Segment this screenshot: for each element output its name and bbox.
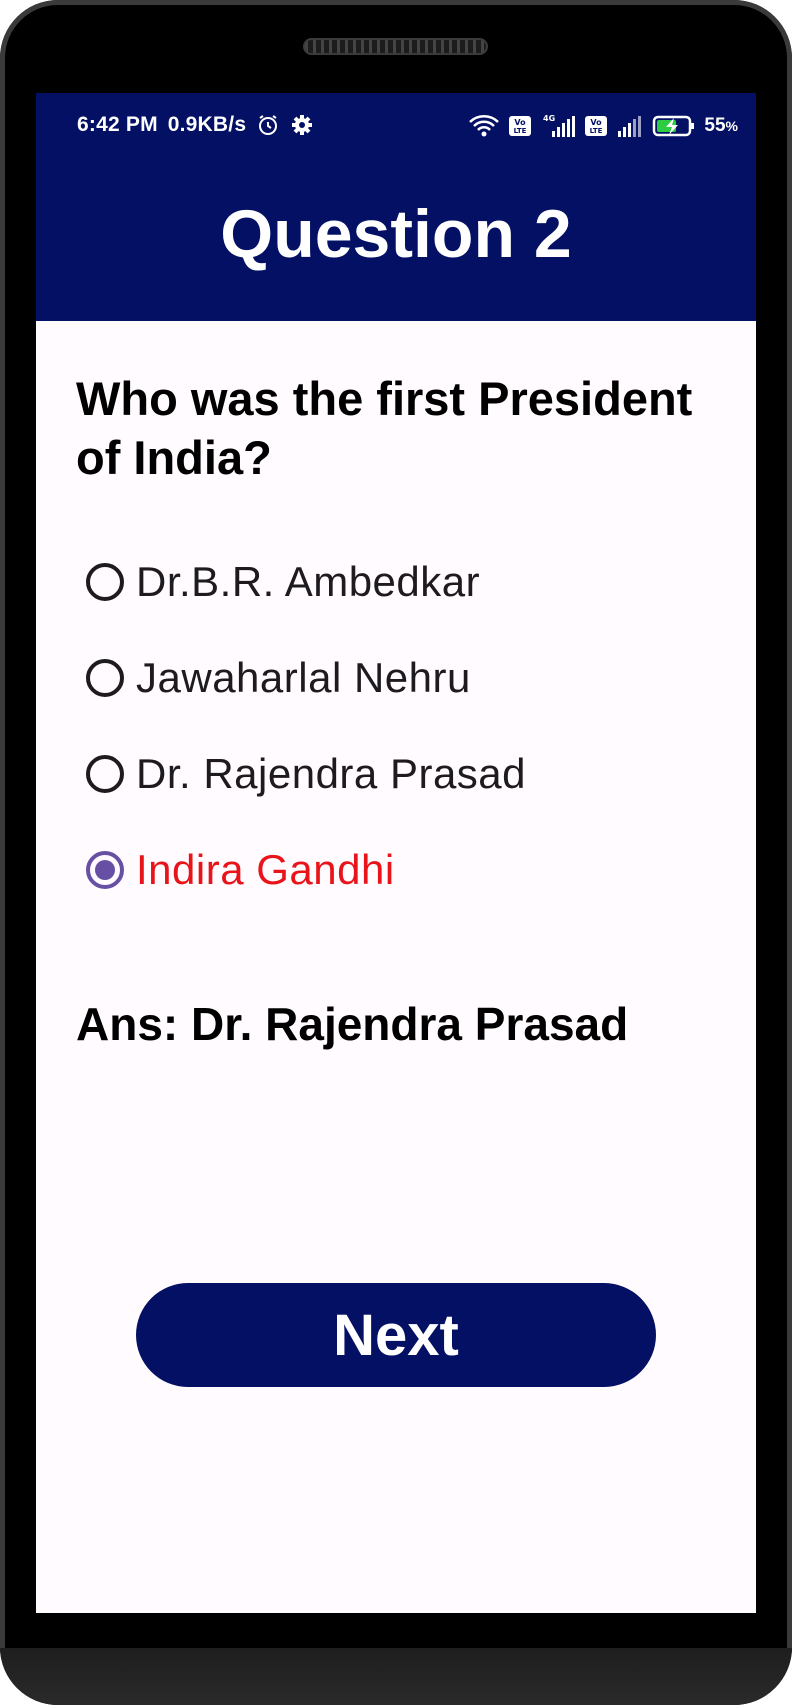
volte-icon: Vo LTE — [508, 114, 532, 138]
page-title: Question 2 — [220, 196, 572, 272]
signal-icon — [616, 113, 644, 139]
app-screen: 6:42 PM 0.9KB/s Vo LTE 4G Vo LTE 55% Que… — [36, 93, 756, 1613]
answer-text: Ans: Dr. Rajendra Prasad — [76, 998, 629, 1050]
options-radio-group: Dr.B.R. Ambedkar Jawaharlal Nehru Dr. Ra… — [86, 534, 726, 918]
svg-text:LTE: LTE — [514, 127, 527, 135]
option-label: Dr.B.R. Ambedkar — [136, 558, 481, 605]
battery-charging-icon — [652, 114, 696, 138]
option-label: Dr. Rajendra Prasad — [136, 750, 527, 797]
option-nehru[interactable]: Jawaharlal Nehru — [86, 630, 726, 726]
option-label-selected: Indira Gandhi — [136, 846, 395, 893]
speaker-grille — [303, 38, 488, 55]
status-left: 6:42 PM 0.9KB/s — [77, 113, 314, 137]
next-button[interactable]: Next — [136, 1283, 656, 1387]
svg-text:4G: 4G — [543, 114, 555, 123]
svg-text:LTE: LTE — [590, 127, 603, 135]
status-bar: 6:42 PM 0.9KB/s Vo LTE 4G Vo LTE 55% — [36, 93, 756, 163]
option-rajendra-prasad[interactable]: Dr. Rajendra Prasad — [86, 726, 726, 822]
radio-button[interactable] — [86, 755, 124, 793]
status-right: Vo LTE 4G Vo LTE 55% — [468, 113, 738, 139]
option-indira-gandhi[interactable]: Indira Gandhi — [86, 822, 726, 918]
wifi-icon — [468, 114, 500, 138]
status-net-speed: 0.9KB/s — [167, 113, 247, 136]
question-text: Who was the first President of India? — [76, 372, 693, 484]
svg-text:Vo: Vo — [591, 118, 603, 127]
radio-dot — [95, 860, 115, 880]
radio-button[interactable] — [86, 563, 124, 601]
phone-frame: 6:42 PM 0.9KB/s Vo LTE 4G Vo LTE 55% Que… — [0, 0, 792, 1705]
phone-bottom-bezel — [0, 1648, 792, 1705]
option-ambedkar[interactable]: Dr.B.R. Ambedkar — [86, 534, 726, 630]
option-label: Jawaharlal Nehru — [136, 654, 471, 701]
svg-text:Vo: Vo — [515, 118, 527, 127]
status-time: 6:42 PM — [77, 113, 158, 136]
radio-button-selected[interactable] — [86, 851, 124, 889]
app-bar: 6:42 PM 0.9KB/s Vo LTE 4G Vo LTE 55% Que… — [36, 93, 756, 321]
battery-level: 55% — [704, 115, 738, 136]
radio-button[interactable] — [86, 659, 124, 697]
alarm-icon — [256, 113, 280, 137]
signal-4g-icon: 4G — [540, 113, 576, 139]
settings-gear-icon — [290, 113, 314, 137]
volte-icon-2: Vo LTE — [584, 114, 608, 138]
